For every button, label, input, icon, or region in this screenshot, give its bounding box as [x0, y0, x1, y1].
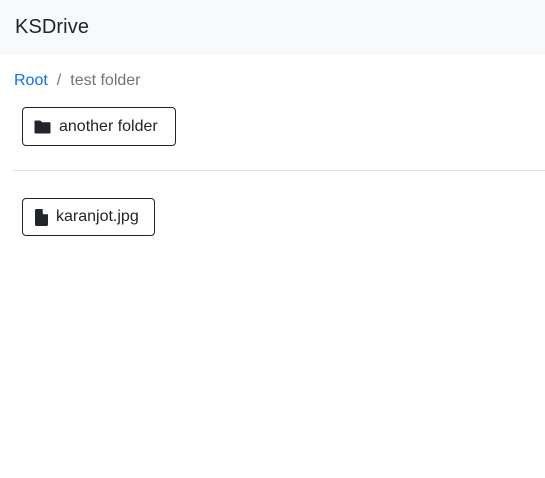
navbar: KSDrive — [0, 0, 545, 55]
breadcrumb-current: test folder — [70, 72, 141, 89]
file-button-karanjot-jpg[interactable]: karanjot.jpg — [22, 198, 155, 236]
folder-icon — [34, 120, 51, 134]
brand-logo[interactable]: KSDrive — [15, 16, 89, 39]
file-icon — [35, 208, 48, 226]
folder-name: another folder — [59, 117, 158, 135]
breadcrumb-root-link[interactable]: Root — [14, 72, 48, 90]
breadcrumb-separator: / — [56, 72, 62, 89]
folder-button-another-folder[interactable]: another folder — [22, 107, 176, 146]
breadcrumb: Root / test folder — [0, 69, 545, 93]
folder-list: another folder — [0, 107, 545, 146]
file-list: karanjot.jpg — [0, 198, 545, 236]
section-divider — [13, 170, 545, 171]
file-name: karanjot.jpg — [56, 208, 139, 225]
